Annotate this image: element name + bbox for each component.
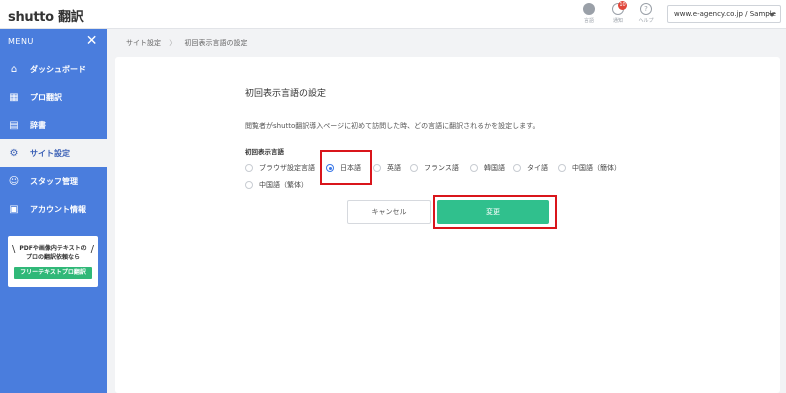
sidebar-item-label: プロ翻訳 — [30, 92, 62, 102]
notification-menu[interactable]: 10 通知 — [605, 1, 631, 24]
breadcrumb: サイト設定 〉 初回表示言語の設定 — [107, 29, 786, 56]
sidebar-item-dictionary[interactable]: ▤ 辞書 — [0, 111, 107, 139]
sidebar-item-staff[interactable]: ☺ スタッフ管理 — [0, 167, 107, 195]
radio-button[interactable] — [558, 164, 566, 172]
sidebar-item-label: アカウント情報 — [30, 204, 86, 214]
radio-option-korean[interactable]: 韓国語 — [470, 163, 505, 173]
radio-label: 韓国語 — [484, 164, 505, 172]
notification-badge: 10 — [618, 1, 627, 10]
sidebar-item-pro-translation[interactable]: ▦ プロ翻訳 — [0, 83, 107, 111]
radio-button[interactable] — [373, 164, 381, 172]
sidebar-item-label: ダッシュボード — [30, 64, 86, 74]
page-description: 閲覧者がshutto翻訳導入ページに初めて訪問した時、どの言語に翻訳されるかを設… — [245, 122, 540, 130]
account-icon: ▣ — [9, 203, 19, 215]
cancel-button[interactable]: キャンセル — [347, 200, 431, 224]
radio-label: 中国語（繁体） — [259, 181, 308, 189]
chevron-down-icon — [769, 13, 775, 17]
page-title: 初回表示言語の設定 — [245, 89, 327, 99]
close-icon[interactable]: ✕ — [86, 34, 98, 48]
app-logo[interactable]: shutto 翻訳 — [8, 6, 84, 25]
settings-card: 初回表示言語の設定 閲覧者がshutto翻訳導入ページに初めて訪問した時、どの言… — [115, 57, 780, 393]
free-text-translation-button[interactable]: フリーテキストプロ翻訳 — [14, 267, 92, 279]
radio-option-thai[interactable]: タイ語 — [513, 163, 548, 173]
radio-button[interactable] — [470, 164, 478, 172]
breadcrumb-separator: 〉 — [169, 39, 177, 47]
highlight-box-save — [433, 195, 557, 229]
notification-label: 通知 — [612, 18, 623, 24]
radio-option-french[interactable]: フランス語 — [410, 163, 459, 173]
app-header: shutto 翻訳 言語 10 通知 ? ヘルプ www.e-agency.co… — [0, 0, 786, 29]
field-label: 初回表示言語 — [245, 148, 284, 156]
sidebar-item-dashboard[interactable]: ⌂ ダッシュボード — [0, 55, 107, 83]
site-select-value: www.e-agency.co.jp / Sample — [674, 10, 776, 18]
promo-text: PDFや画像内テキストの プロの翻訳依頼なら — [19, 245, 87, 261]
breadcrumb-item-site-settings[interactable]: サイト設定 — [126, 39, 161, 47]
language-label: 言語 — [583, 18, 594, 24]
table-icon: ▦ — [9, 91, 19, 103]
radio-label: 中国語（簡体） — [572, 164, 621, 172]
radio-option-browser[interactable]: ブラウザ設定言語 — [245, 163, 315, 173]
help-label: ヘルプ — [638, 18, 654, 24]
menu-header: MENU ✕ — [0, 29, 107, 55]
sidebar: MENU ✕ ⌂ ダッシュボード ▦ プロ翻訳 ▤ 辞書 ⚙ サイト設定 ☺ ス… — [0, 29, 107, 393]
bell-icon: 10 — [612, 1, 627, 15]
radio-option-chinese-simplified[interactable]: 中国語（簡体） — [558, 163, 621, 173]
book-icon: ▤ — [9, 119, 19, 131]
gear-icon: ⚙ — [9, 147, 19, 159]
highlight-box-japanese — [320, 150, 372, 185]
sidebar-item-site-settings[interactable]: ⚙ サイト設定 — [0, 139, 107, 167]
sidebar-item-account[interactable]: ▣ アカウント情報 — [0, 195, 107, 223]
radio-button[interactable] — [245, 164, 253, 172]
sidebar-item-label: サイト設定 — [30, 148, 70, 158]
radio-label: タイ語 — [527, 164, 548, 172]
promo-banner[interactable]: \ / PDFや画像内テキストの プロの翻訳依頼なら フリーテキストプロ翻訳 — [8, 236, 98, 287]
radio-button[interactable] — [245, 181, 253, 189]
site-select[interactable]: www.e-agency.co.jp / Sample — [667, 5, 781, 23]
sidebar-item-label: 辞書 — [30, 120, 46, 130]
language-menu[interactable]: 言語 — [576, 3, 602, 24]
help-icon: ? — [640, 3, 652, 15]
globe-icon — [583, 3, 595, 15]
home-icon: ⌂ — [10, 63, 18, 75]
sidebar-item-label: スタッフ管理 — [30, 176, 78, 186]
radio-label: 英語 — [387, 164, 401, 172]
menu-label: MENU — [8, 37, 34, 46]
help-menu[interactable]: ? ヘルプ — [633, 3, 659, 24]
radio-option-english[interactable]: 英語 — [373, 163, 401, 173]
radio-button[interactable] — [513, 164, 521, 172]
radio-option-chinese-traditional[interactable]: 中国語（繁体） — [245, 180, 308, 190]
radio-label: フランス語 — [424, 164, 459, 172]
breadcrumb-item-current: 初回表示言語の設定 — [184, 39, 248, 47]
radio-button[interactable] — [410, 164, 418, 172]
staff-icon: ☺ — [8, 175, 20, 187]
radio-label: ブラウザ設定言語 — [259, 164, 315, 172]
